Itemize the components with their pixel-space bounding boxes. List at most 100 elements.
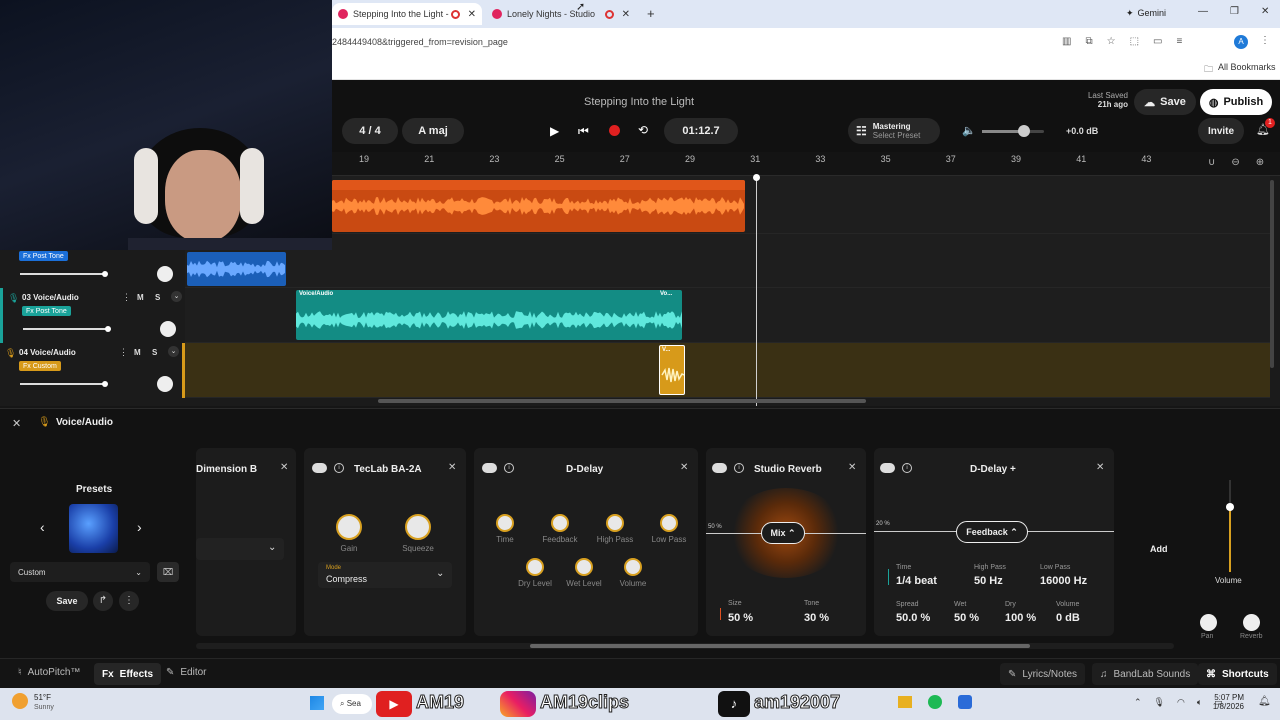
time-knob[interactable]	[496, 514, 514, 532]
notification-tray-icon[interactable]: 🔔︎	[1258, 696, 1271, 707]
preset-select[interactable]: Custom ⌄	[10, 562, 150, 582]
toggle-switch[interactable]	[312, 463, 327, 473]
close-effect-icon[interactable]: ✕	[680, 462, 688, 473]
wet-value[interactable]: 50 %	[954, 612, 979, 624]
high-pass-value[interactable]: 50 Hz	[974, 575, 1003, 587]
profile-avatar[interactable]: A	[1234, 35, 1248, 49]
wifi-icon[interactable]: ◠	[1177, 697, 1185, 708]
pan-knob[interactable]	[157, 376, 173, 392]
playhead-handle[interactable]	[753, 174, 760, 181]
save-button[interactable]: ☁ Save	[1134, 89, 1196, 115]
solo-button[interactable]: S	[152, 348, 157, 357]
info-icon[interactable]: i	[334, 463, 344, 473]
star-icon[interactable]: ☆	[1107, 36, 1116, 47]
minimize-icon[interactable]: —	[1198, 6, 1208, 17]
volume-value[interactable]: 0 dB	[1056, 612, 1080, 624]
time-value[interactable]: 1/4 beat	[896, 575, 937, 587]
play-icon[interactable]: ▶	[550, 124, 559, 138]
track-menu-icon[interactable]: ⋮	[122, 292, 131, 303]
mode-select[interactable]: Mode Compress ⌄	[318, 562, 452, 588]
audio-clip-blue[interactable]	[187, 252, 286, 286]
close-effect-icon[interactable]: ✕	[280, 462, 288, 473]
time-signature[interactable]: 4 / 4	[342, 118, 398, 144]
track-volume-slider[interactable]	[23, 326, 111, 332]
chevron-right-icon[interactable]: ›	[137, 519, 142, 535]
master-volume-slider[interactable]	[982, 125, 1044, 137]
close-window-icon[interactable]: ✕	[1261, 6, 1269, 17]
dry-value[interactable]: 100 %	[1005, 612, 1036, 624]
playhead[interactable]	[756, 176, 757, 406]
clock[interactable]: 5:07 PM 1/8/2026	[1208, 693, 1244, 711]
toggle-switch[interactable]	[880, 463, 895, 473]
bypass-fx-icon[interactable]: ⌧	[157, 562, 179, 582]
fx-badge[interactable]: Fx Custom	[19, 361, 61, 371]
info-icon[interactable]: i	[504, 463, 514, 473]
extensions-icon[interactable]: ⬚	[1130, 36, 1139, 47]
gemini-button[interactable]: ✦ Gemini	[1126, 8, 1166, 19]
cast-icon[interactable]: ▭	[1153, 36, 1162, 47]
record-button[interactable]	[609, 125, 620, 136]
mute-button[interactable]: M	[137, 293, 144, 302]
mute-button[interactable]: M	[134, 348, 141, 357]
weather-temp[interactable]: 51°F	[34, 693, 51, 702]
loop-icon[interactable]: ⟲	[638, 123, 648, 137]
audio-clip-orange[interactable]	[332, 180, 745, 232]
effects-scrollbar[interactable]	[196, 643, 1174, 649]
pan-knob[interactable]	[1200, 614, 1217, 631]
preset-thumbnail[interactable]	[69, 504, 118, 553]
close-tab-icon[interactable]: ✕	[622, 9, 630, 20]
audio-clip-teal[interactable]: Voice/Audio Vo...	[296, 290, 682, 340]
volume-tray-icon[interactable]: 🔈︎	[1197, 697, 1202, 708]
chevron-down-icon[interactable]: ⌄	[168, 346, 179, 357]
fx-badge[interactable]: Fx Post Tone	[19, 251, 68, 261]
dimension-select[interactable]: ⌄	[196, 538, 284, 560]
timeline-ruler[interactable]: 19 21 23 25 27 29 31 33 35 37 39 41 43 ∪ ⊖ ⊕	[332, 152, 1280, 176]
feedback-knob[interactable]	[551, 514, 569, 532]
close-tab-icon[interactable]: ✕	[468, 9, 476, 20]
pan-knob[interactable]	[157, 266, 173, 282]
magnet-icon[interactable]: ∪	[1208, 157, 1215, 168]
publish-button[interactable]: ◍ Publish	[1200, 89, 1272, 115]
zoom-in-icon[interactable]: ⊕	[1256, 157, 1264, 168]
effects-tab[interactable]: Fx Effects	[94, 663, 162, 685]
security-icon[interactable]	[958, 695, 972, 709]
mastering-button[interactable]: ☷ Mastering Select Preset	[848, 118, 940, 144]
audio-clip-yellow[interactable]: V...	[659, 345, 685, 395]
track-volume-slider[interactable]	[20, 381, 108, 387]
wet-level-knob[interactable]	[575, 558, 593, 576]
speaker-icon[interactable]: 🔈	[962, 124, 976, 137]
close-effect-icon[interactable]: ✕	[848, 462, 856, 473]
squeeze-knob[interactable]	[405, 514, 431, 540]
zoom-out-icon[interactable]: ⊖	[1231, 157, 1239, 168]
rewind-icon[interactable]: ⏮	[578, 124, 589, 139]
tone-value[interactable]: 30 %	[804, 612, 829, 624]
tab-active[interactable]: Stepping Into the Light - St ✕	[332, 3, 482, 25]
tab-inactive[interactable]: Lonely Nights - Studio ✕	[486, 3, 636, 25]
info-icon[interactable]: i	[734, 463, 744, 473]
low-pass-knob[interactable]	[660, 514, 678, 532]
feedback-selector[interactable]: Feedback ⌃	[956, 521, 1028, 543]
invite-button[interactable]: Invite	[1198, 118, 1244, 144]
toggle-switch[interactable]	[482, 463, 497, 473]
autopitch-tab[interactable]: ♮ AutoPitch™	[18, 667, 80, 678]
shortcuts-button[interactable]: ⌘ Shortcuts	[1198, 663, 1277, 685]
info-icon[interactable]: i	[902, 463, 912, 473]
timeline-scrollbar[interactable]	[378, 399, 866, 403]
solo-button[interactable]: S	[155, 293, 160, 302]
toggle-switch[interactable]	[712, 463, 727, 473]
track-name[interactable]: 04 Voice/Audio	[19, 348, 76, 357]
share-icon[interactable]: ↱	[93, 591, 113, 611]
track-header[interactable]: 🎙︎ 03 Voice/Audio ⋮ M S ⌄ Fx Post Tone	[0, 288, 185, 343]
media-icon[interactable]: ≡	[1176, 36, 1182, 47]
bandlab-sounds-button[interactable]: ♫ BandLab Sounds	[1092, 663, 1199, 685]
track-header[interactable]: 🎙︎ 04 Voice/Audio ⋮ M S ⌄ Fx Custom	[0, 343, 185, 398]
new-tab-button[interactable]: +	[647, 6, 655, 21]
more-icon[interactable]: ⋮	[119, 591, 139, 611]
key-selector[interactable]: A maj	[402, 118, 464, 144]
volume-fader[interactable]	[1226, 480, 1234, 572]
url-text[interactable]: 2484449408&triggered_from=revision_page	[332, 37, 508, 47]
windows-start-icon[interactable]	[310, 696, 324, 710]
menu-kebab-icon[interactable]: ⋮	[1260, 35, 1270, 46]
spotify-icon[interactable]	[928, 695, 942, 709]
reverb-knob[interactable]	[1243, 614, 1260, 631]
